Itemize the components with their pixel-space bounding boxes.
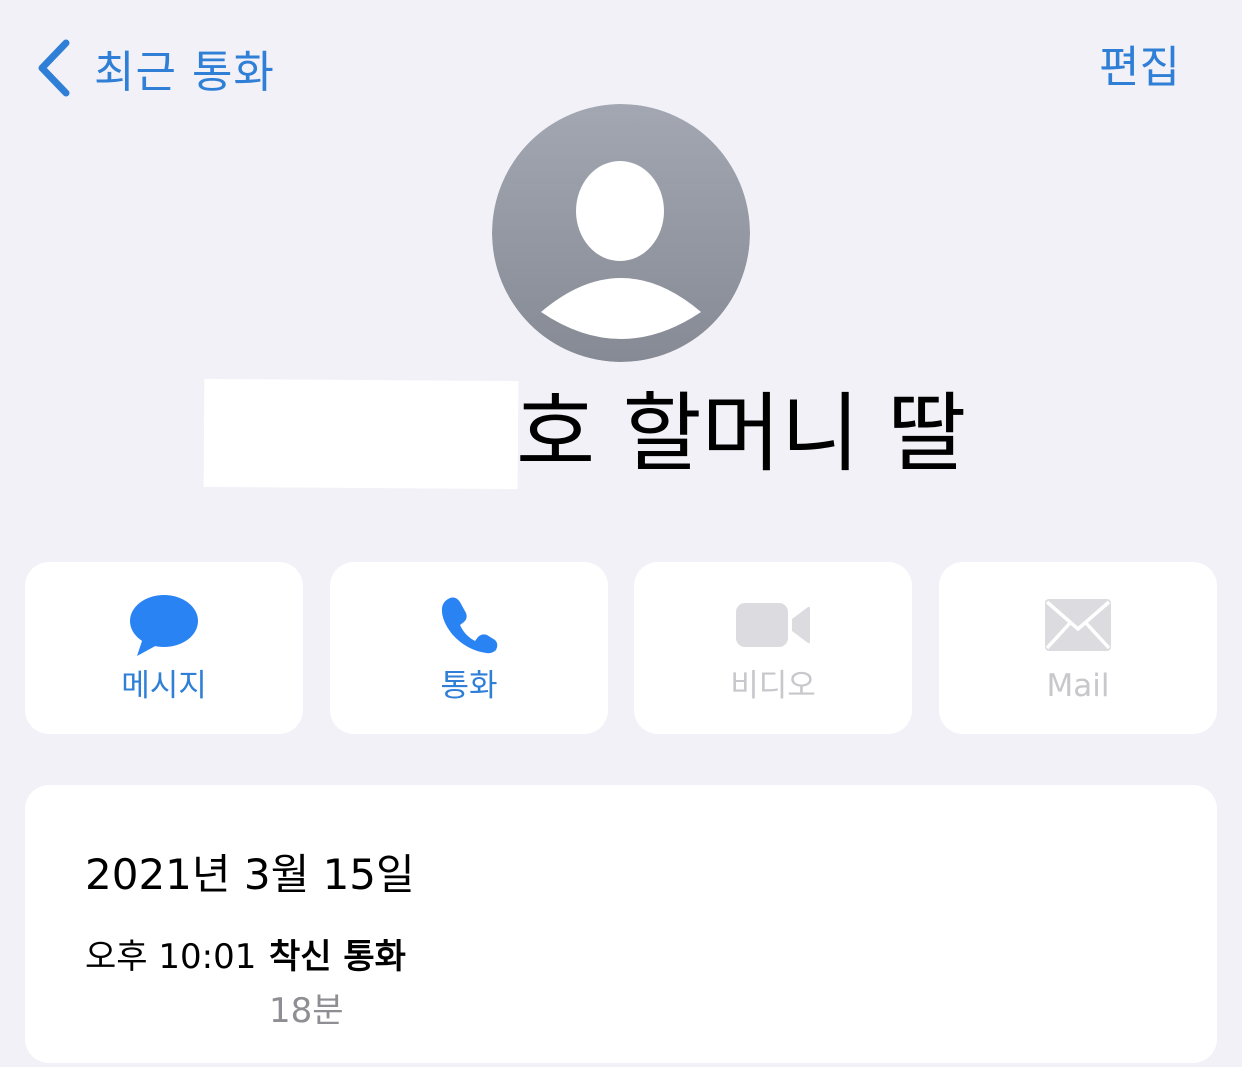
message-bubble-icon xyxy=(25,592,303,658)
contact-name-text: 호 할머니 딸 xyxy=(516,384,967,484)
call-duration: 18분 xyxy=(269,991,344,1031)
call-type: 착신 통화 xyxy=(269,937,406,977)
mail-envelope-icon xyxy=(939,592,1217,658)
edit-button[interactable]: 편집 xyxy=(1099,36,1180,100)
message-button-label: 메시지 xyxy=(121,668,207,704)
mail-button[interactable]: Mail xyxy=(939,562,1217,734)
contact-avatar xyxy=(492,104,750,362)
call-button-label: 통화 xyxy=(440,668,498,704)
contact-name: 호 할머니 딸 xyxy=(0,378,1242,490)
redacted-area xyxy=(203,378,519,490)
video-button[interactable]: 비디오 xyxy=(634,562,912,734)
mail-button-label: Mail xyxy=(1046,668,1110,704)
chevron-left-icon xyxy=(36,37,72,99)
call-button[interactable]: 통화 xyxy=(330,562,608,734)
back-button-label: 최근 통화 xyxy=(94,47,275,98)
call-history-card: 2021년 3월 15일 오후 10:01 착신 통화 18분 xyxy=(25,785,1217,1063)
call-history-date: 2021년 3월 15일 xyxy=(85,850,415,899)
action-buttons: 메시지 통화 비디오 Mail xyxy=(25,562,1217,734)
person-silhouette-icon xyxy=(492,104,750,362)
message-button[interactable]: 메시지 xyxy=(25,562,303,734)
video-button-label: 비디오 xyxy=(730,668,816,704)
back-button[interactable]: 최근 통화 xyxy=(36,36,275,100)
video-camera-icon xyxy=(634,592,912,658)
call-time: 오후 10:01 xyxy=(85,937,257,977)
phone-icon xyxy=(330,592,608,658)
